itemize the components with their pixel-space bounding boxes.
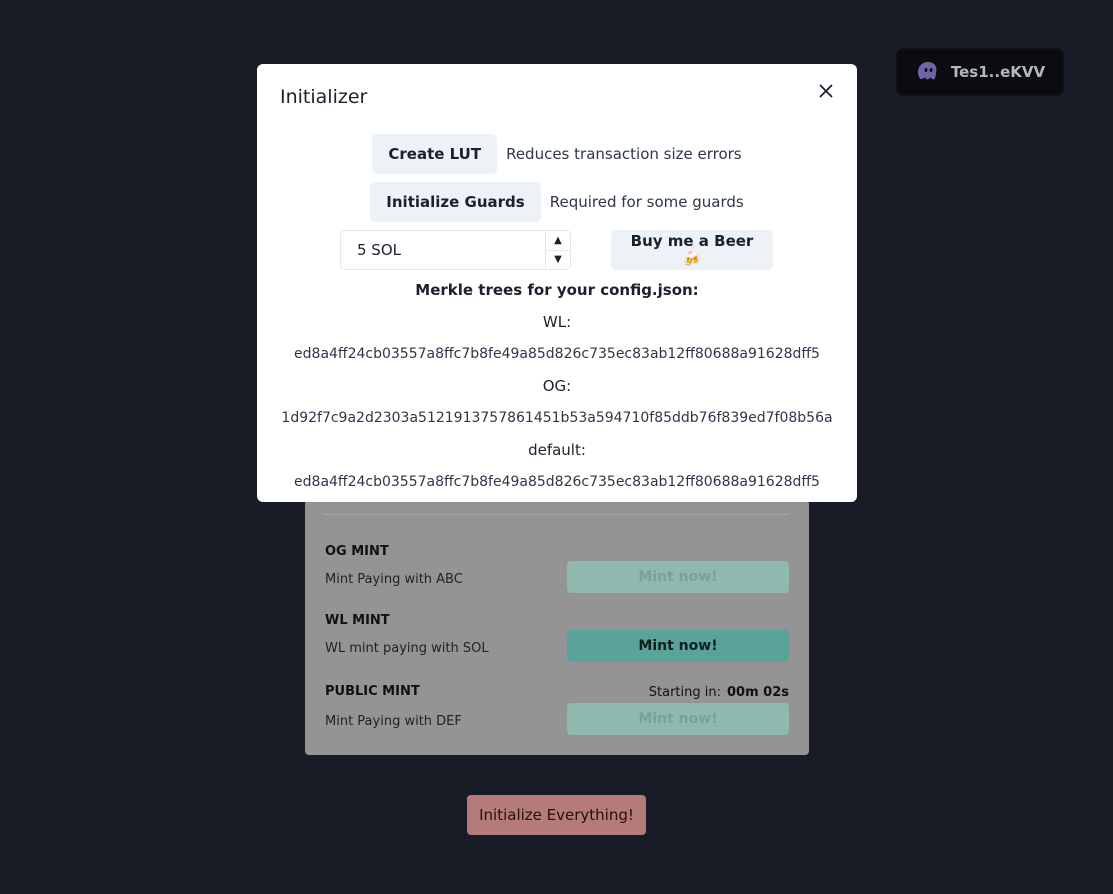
mint-description: WL mint paying with SOL [325, 641, 489, 656]
countdown-value: 00m 02s [727, 685, 789, 700]
wallet-address: Tes1..eKVV [950, 63, 1046, 81]
amount-input-group: ▲ ▼ [340, 230, 571, 270]
triangle-up-icon: ▲ [554, 234, 562, 246]
mint-title: OG MINT [325, 544, 389, 559]
modal-title: Initializer [280, 86, 368, 108]
mint-card: OG MINT Mint Paying with ABC Mint now! W… [305, 500, 809, 755]
mint-now-button-og[interactable]: Mint now! [567, 561, 789, 593]
merkle-heading: Merkle trees for your config.json: [415, 281, 699, 299]
init-guards-row: Initialize Guards Required for some guar… [257, 182, 857, 222]
initializer-modal: Initializer Create LUT Reduces transacti… [257, 64, 857, 502]
mint-description: Mint Paying with ABC [325, 572, 463, 587]
merkle-hash-wl: ed8a4ff24cb03557a8ffc7b8fe49a85d826c735e… [294, 346, 820, 362]
close-icon [819, 84, 833, 98]
mint-description: Mint Paying with DEF [325, 714, 462, 729]
initialize-guards-button[interactable]: Initialize Guards [370, 182, 541, 222]
init-guards-note: Required for some guards [549, 193, 744, 211]
mint-title: WL MINT [325, 613, 390, 628]
increment-button[interactable]: ▲ [546, 231, 570, 251]
create-lut-note: Reduces transaction size errors [506, 145, 742, 163]
mint-group-og: OG MINT Mint Paying with ABC Mint now! [325, 544, 789, 593]
divider [323, 514, 789, 515]
wallet-button[interactable]: Tes1..eKVV [896, 48, 1064, 96]
create-lut-row: Create LUT Reduces transaction size erro… [257, 134, 857, 174]
initialize-everything-button[interactable]: Initialize Everything! [467, 795, 646, 835]
countdown-label: Starting in: [648, 685, 721, 700]
merkle-label-og: OG: [542, 377, 572, 395]
merkle-hash-default: ed8a4ff24cb03557a8ffc7b8fe49a85d826c735e… [294, 474, 820, 490]
merkle-label-default: default: [528, 441, 586, 459]
buy-me-a-beer-button[interactable]: Buy me a Beer 🍻 [611, 230, 773, 270]
mint-group-wl: WL MINT WL mint paying with SOL Mint now… [325, 613, 789, 662]
decrement-button[interactable]: ▼ [546, 251, 570, 270]
ghost-icon [917, 62, 937, 80]
merkle-hash-og: 1d92f7c9a2d2303a5121913757861451b53a5947… [281, 410, 833, 426]
merkle-label-wl: WL: [542, 313, 572, 331]
mint-now-button-public[interactable]: Mint now! [567, 703, 789, 735]
countdown: Starting in: 00m 02s [649, 685, 789, 700]
amount-input[interactable] [341, 231, 549, 269]
triangle-down-icon: ▼ [554, 254, 562, 266]
amount-stepper: ▲ ▼ [545, 231, 570, 269]
mint-now-button-wl[interactable]: Mint now! [567, 630, 789, 662]
mint-group-public: PUBLIC MINT Starting in: 00m 02s Mint Pay… [325, 684, 789, 735]
create-lut-button[interactable]: Create LUT [372, 134, 498, 174]
close-button[interactable] [813, 78, 839, 104]
